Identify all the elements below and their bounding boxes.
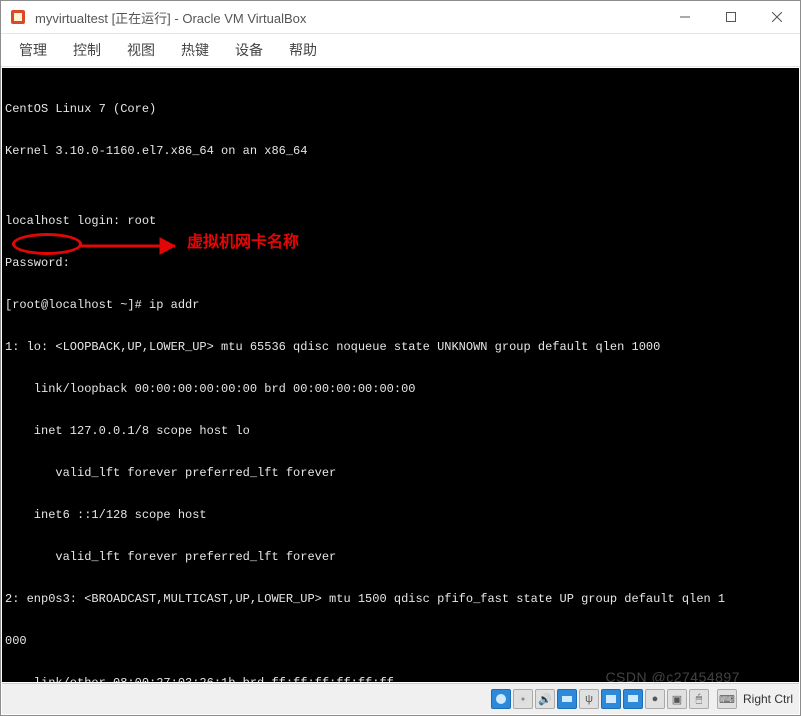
minimize-button[interactable] xyxy=(662,1,708,33)
window-titlebar: myvirtualtest [正在运行] - Oracle VM Virtual… xyxy=(1,1,800,34)
cd-icon[interactable] xyxy=(513,689,533,709)
maximize-button[interactable] xyxy=(708,1,754,33)
host-key-indicator: ⌨ Right Ctrl xyxy=(717,689,793,709)
sf-icon[interactable] xyxy=(601,689,621,709)
vm-statusbar: 🔊 ψ ● ▣ 🖱 ⌨ Right Ctrl xyxy=(2,683,799,714)
menu-help[interactable]: 帮助 xyxy=(289,40,317,60)
annotation-arrow xyxy=(80,236,190,262)
guest-terminal[interactable]: CentOS Linux 7 (Core) Kernel 3.10.0-1160… xyxy=(2,68,799,682)
hd-icon[interactable] xyxy=(491,689,511,709)
cpu-icon[interactable]: ▣ xyxy=(667,689,687,709)
term-line: CentOS Linux 7 (Core) xyxy=(5,102,796,116)
audio-icon[interactable]: 🔊 xyxy=(535,689,555,709)
usb-icon[interactable]: ψ xyxy=(579,689,599,709)
term-line: localhost login: root xyxy=(5,214,796,228)
menu-hotkey[interactable]: 热键 xyxy=(181,40,209,60)
status-icons: 🔊 ψ ● ▣ 🖱 xyxy=(491,689,709,709)
term-line: valid_lft forever preferred_lft forever xyxy=(5,466,796,480)
term-line: inet 127.0.0.1/8 scope host lo xyxy=(5,424,796,438)
term-line: [root@localhost ~]# ip addr xyxy=(5,298,796,312)
virtualbox-icon xyxy=(9,8,27,26)
net-icon[interactable] xyxy=(557,689,577,709)
host-key-label: Right Ctrl xyxy=(743,692,793,706)
mouse-icon[interactable]: 🖱 xyxy=(689,689,709,709)
term-line: link/loopback 00:00:00:00:00:00 brd 00:0… xyxy=(5,382,796,396)
term-line: inet6 ::1/128 scope host xyxy=(5,508,796,522)
menu-manage[interactable]: 管理 xyxy=(19,40,47,60)
term-line: 1: lo: <LOOPBACK,UP,LOWER_UP> mtu 65536 … xyxy=(5,340,796,354)
vm-window: myvirtualtest [正在运行] - Oracle VM Virtual… xyxy=(0,0,801,716)
window-controls xyxy=(662,1,800,33)
menu-devices[interactable]: 设备 xyxy=(235,40,263,60)
rec-icon[interactable]: ● xyxy=(645,689,665,709)
display-icon[interactable] xyxy=(623,689,643,709)
window-title: myvirtualtest [正在运行] - Oracle VM Virtual… xyxy=(35,8,662,27)
menubar: 管理 控制 视图 热键 设备 帮助 xyxy=(1,34,800,67)
menu-view[interactable]: 视图 xyxy=(127,40,155,60)
menu-control[interactable]: 控制 xyxy=(73,40,101,60)
term-line: link/ether 08:00:27:03:26:1b brd ff:ff:f… xyxy=(5,676,796,682)
kbd-icon[interactable]: ⌨ xyxy=(717,689,737,709)
term-line: 000 xyxy=(5,634,796,648)
term-line: 2: enp0s3: <BROADCAST,MULTICAST,UP,LOWER… xyxy=(5,592,796,606)
term-line: valid_lft forever preferred_lft forever xyxy=(5,550,796,564)
term-line: Kernel 3.10.0-1160.el7.x86_64 on an x86_… xyxy=(5,144,796,158)
annotation-circle xyxy=(12,233,82,255)
annotation-label: 虚拟机网卡名称 xyxy=(187,236,299,250)
close-button[interactable] xyxy=(754,1,800,33)
